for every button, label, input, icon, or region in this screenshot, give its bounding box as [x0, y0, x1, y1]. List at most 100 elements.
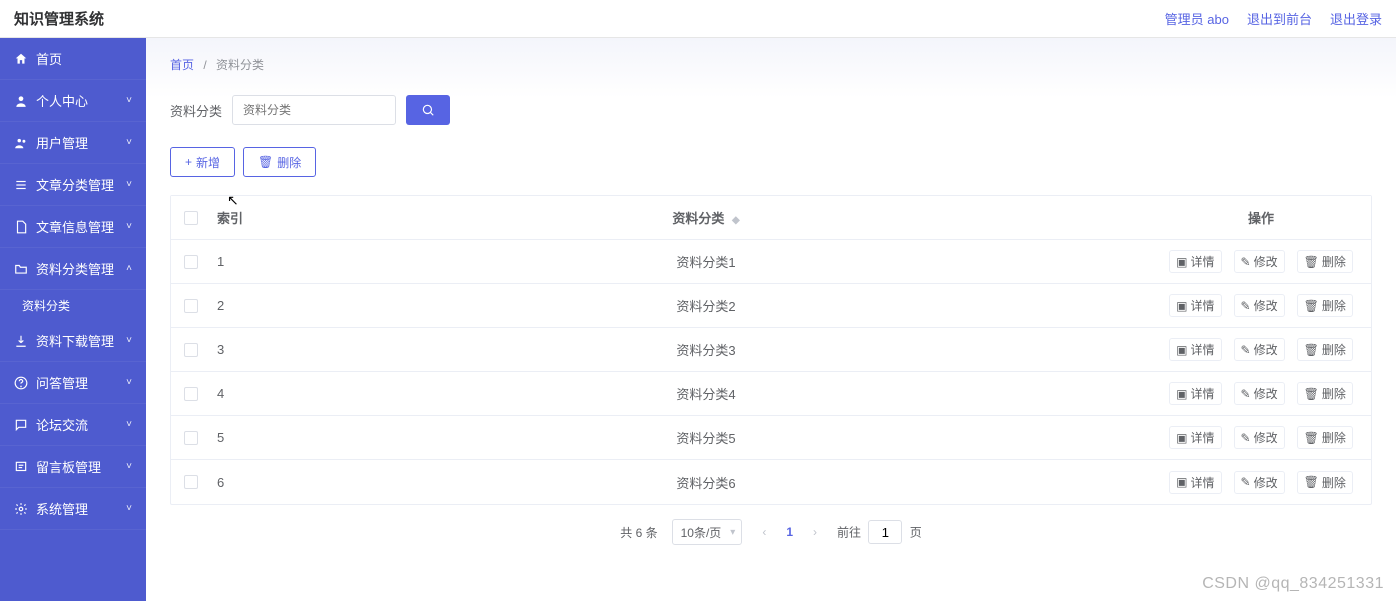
row-ops: ▣ 详情 ✎ 修改 🗑 删除	[1151, 471, 1371, 494]
app-title: 知识管理系统	[14, 8, 104, 29]
delete-row-button[interactable]: 🗑 删除	[1297, 382, 1353, 405]
row-index: 2	[211, 298, 261, 313]
edit-button[interactable]: ✎ 修改	[1234, 338, 1285, 361]
data-table: 索引 资料分类 ◆ 操作 1资料分类1▣ 详情✎ 修改🗑 删除2资料分类2▣ 详…	[170, 195, 1372, 505]
board-icon	[14, 460, 28, 474]
row-ops: ▣ 详情 ✎ 修改 🗑 删除	[1151, 426, 1371, 449]
pager-goto-input[interactable]	[868, 520, 902, 544]
breadcrumb-sep: /	[203, 58, 206, 72]
delete-row-button[interactable]: 🗑 删除	[1297, 294, 1353, 317]
chevron-down-icon: ˅	[126, 95, 132, 106]
edit-icon: ✎	[1241, 299, 1251, 313]
row-category: 资料分类1	[261, 252, 1151, 271]
sidebar: 首页个人中心˅用户管理˅文章分类管理˅文章信息管理˅资料分类管理˄资料分类资料下…	[0, 38, 146, 601]
users-icon	[14, 136, 28, 150]
pager-current[interactable]: 1	[786, 525, 793, 539]
row-checkbox[interactable]	[184, 299, 198, 313]
add-button[interactable]: + 新增	[170, 147, 235, 177]
edit-icon: ✎	[1241, 475, 1251, 489]
edit-button[interactable]: ✎ 修改	[1234, 471, 1285, 494]
chevron-down-icon: ˅	[126, 377, 132, 388]
sidebar-item[interactable]: 资料分类管理˄	[0, 248, 146, 290]
header-category[interactable]: 资料分类 ◆	[261, 208, 1151, 227]
trash-icon: 🗑	[1304, 299, 1319, 313]
delete-row-button[interactable]: 🗑 删除	[1297, 250, 1353, 273]
search-input[interactable]	[232, 95, 396, 125]
chevron-up-icon: ˄	[126, 263, 132, 274]
sidebar-item-label: 文章信息管理	[36, 217, 126, 236]
sidebar-item[interactable]: 首页	[0, 38, 146, 80]
action-buttons: + 新增 🗑 删除	[170, 147, 1372, 177]
search-button[interactable]	[406, 95, 450, 125]
sidebar-item[interactable]: 问答管理˅	[0, 362, 146, 404]
chevron-down-icon: ˅	[126, 335, 132, 346]
delete-button-label: 删除	[277, 154, 301, 171]
edit-button[interactable]: ✎ 修改	[1234, 426, 1285, 449]
detail-icon: ▣	[1176, 387, 1187, 401]
sidebar-item[interactable]: 论坛交流˅	[0, 404, 146, 446]
sidebar-item[interactable]: 文章分类管理˅	[0, 164, 146, 206]
row-checkbox[interactable]	[184, 475, 198, 489]
edit-button[interactable]: ✎ 修改	[1234, 294, 1285, 317]
table-row: 6资料分类6▣ 详情✎ 修改🗑 删除	[171, 460, 1371, 504]
detail-button[interactable]: ▣ 详情	[1169, 294, 1221, 317]
table-row: 1资料分类1 ▣ 详情 ✎ 修改 🗑 删除	[171, 240, 1371, 284]
pager-size-select[interactable]: 10条/页	[672, 519, 743, 545]
table-row: 5资料分类5▣ 详情✎ 修改🗑 删除	[171, 416, 1371, 460]
pager-prev[interactable]: ‹	[756, 525, 772, 539]
sort-icon: ◆	[732, 215, 740, 226]
row-index: 3	[211, 342, 261, 357]
select-all-checkbox[interactable]	[184, 211, 198, 225]
detail-button[interactable]: ▣ 详情	[1169, 338, 1221, 361]
detail-button[interactable]: ▣ 详情	[1169, 382, 1221, 405]
logout-link[interactable]: 退出登录	[1330, 9, 1382, 28]
sidebar-item[interactable]: 留言板管理˅	[0, 446, 146, 488]
row-ops: ▣ 详情 ✎ 修改 🗑 删除	[1151, 338, 1371, 361]
search-row: 资料分类	[170, 95, 1372, 125]
sidebar-sub-item[interactable]: 资料分类	[0, 290, 146, 320]
list-icon	[14, 178, 28, 192]
edit-button[interactable]: ✎ 修改	[1234, 250, 1285, 273]
edit-button[interactable]: ✎ 修改	[1234, 382, 1285, 405]
pager-next[interactable]: ›	[807, 525, 823, 539]
admin-link[interactable]: 管理员 abo	[1165, 9, 1229, 28]
row-checkbox[interactable]	[184, 255, 198, 269]
detail-button[interactable]: ▣ 详情	[1169, 471, 1221, 494]
delete-row-button[interactable]: 🗑 删除	[1297, 471, 1353, 494]
delete-row-button[interactable]: 🗑 删除	[1297, 338, 1353, 361]
sidebar-item-label: 首页	[36, 49, 132, 68]
breadcrumb-home[interactable]: 首页	[170, 58, 194, 72]
header-ops: 操作	[1151, 208, 1371, 227]
sidebar-item[interactable]: 用户管理˅	[0, 122, 146, 164]
detail-button[interactable]: ▣ 详情	[1169, 250, 1221, 273]
trash-icon: 🗑	[1304, 475, 1319, 489]
sidebar-item[interactable]: 个人中心˅	[0, 80, 146, 122]
download-icon	[14, 334, 28, 348]
sidebar-item[interactable]: 文章信息管理˅	[0, 206, 146, 248]
row-index: 1	[211, 254, 261, 269]
row-checkbox[interactable]	[184, 431, 198, 445]
sidebar-item-label: 论坛交流	[36, 415, 126, 434]
to-front-link[interactable]: 退出到前台	[1247, 9, 1312, 28]
table-row: 3资料分类3▣ 详情✎ 修改🗑 删除	[171, 328, 1371, 372]
sidebar-item-label: 个人中心	[36, 91, 126, 110]
chevron-down-icon: ˅	[126, 179, 132, 190]
trash-icon: 🗑	[1304, 431, 1319, 445]
delete-row-button[interactable]: 🗑 删除	[1297, 426, 1353, 449]
trash-icon: 🗑	[258, 155, 273, 169]
row-category: 资料分类4	[261, 384, 1151, 403]
sidebar-item[interactable]: 资料下载管理˅	[0, 320, 146, 362]
main-content: 首页 / 资料分类 资料分类 + 新增 🗑 删除 索引	[146, 38, 1396, 601]
file-icon	[14, 220, 28, 234]
top-links: 管理员 abo 退出到前台 退出登录	[1165, 9, 1382, 28]
delete-button[interactable]: 🗑 删除	[243, 147, 316, 177]
plus-icon: +	[185, 155, 192, 169]
top-bar: 知识管理系统 管理员 abo 退出到前台 退出登录	[0, 0, 1396, 38]
sidebar-item[interactable]: 系统管理˅	[0, 488, 146, 530]
row-category: 资料分类2	[261, 296, 1151, 315]
add-button-label: 新增	[196, 154, 220, 171]
row-checkbox[interactable]	[184, 387, 198, 401]
row-index: 5	[211, 430, 261, 445]
row-checkbox[interactable]	[184, 343, 198, 357]
detail-button[interactable]: ▣ 详情	[1169, 426, 1221, 449]
